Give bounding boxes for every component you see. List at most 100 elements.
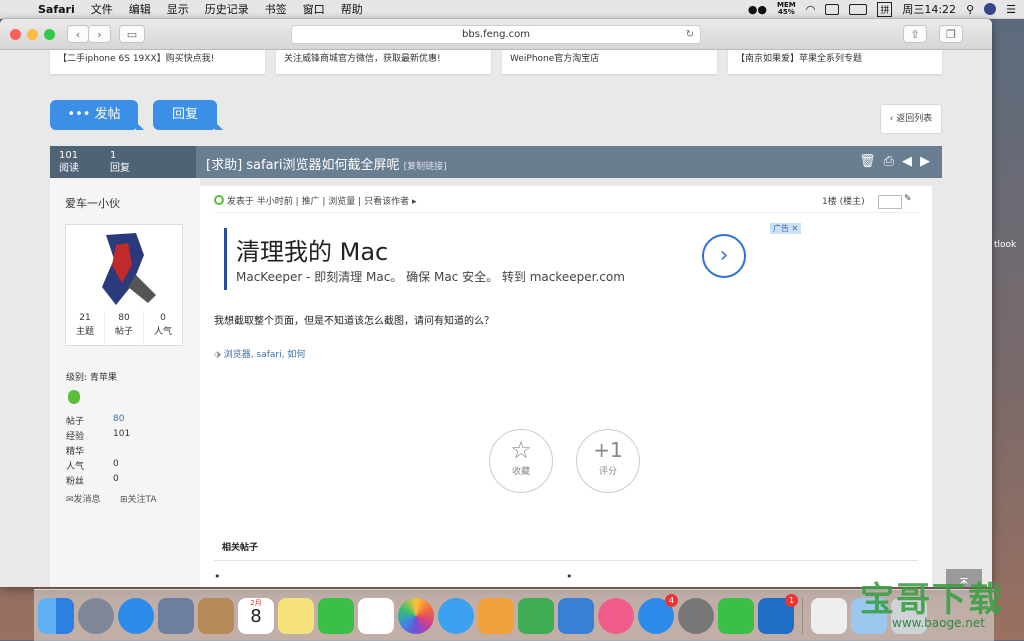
- itunes-icon[interactable]: [598, 597, 634, 634]
- online-status-icon: [214, 195, 224, 205]
- app-store-badge: 4: [665, 593, 678, 607]
- window-controls: [10, 28, 55, 40]
- print-icon[interactable]: ⎙: [884, 154, 894, 169]
- dock: 2月 8 4 1: [34, 589, 994, 641]
- spotlight-search-icon[interactable]: ⚲: [966, 3, 974, 16]
- menu-app-name[interactable]: Safari: [30, 3, 83, 16]
- menu-help[interactable]: 帮助: [333, 1, 371, 17]
- reads-count: 101: [59, 150, 79, 161]
- sidebar-toggle-button[interactable]: ▭: [119, 25, 145, 43]
- edit-icon[interactable]: ✎: [904, 194, 912, 204]
- favorite-button[interactable]: ☆ 收藏: [489, 429, 553, 493]
- menu-view[interactable]: 显示: [159, 1, 197, 17]
- author-card: 21 主题 80 帖子 0 人气: [65, 224, 183, 346]
- related-bullet: •: [214, 570, 221, 583]
- forward-nav-button[interactable]: ›: [89, 25, 111, 43]
- plus-box-icon: ⊞: [120, 495, 128, 505]
- close-window-button[interactable]: [10, 28, 21, 40]
- memory-indicator[interactable]: MEM 45%: [777, 2, 796, 16]
- triangle-right-icon: ▸: [411, 197, 417, 207]
- wifi-icon[interactable]: ◠: [806, 3, 816, 16]
- replies-label: 回复: [110, 163, 130, 174]
- thread-title: [求助] safari浏览器如何截全屏呢 [复制链接]: [206, 154, 447, 173]
- outlook-icon[interactable]: 1: [758, 593, 798, 634]
- detail-value[interactable]: 80: [113, 414, 124, 424]
- system-preferences-icon[interactable]: [678, 597, 714, 634]
- tag-icon: ⬗: [214, 350, 221, 360]
- share-button[interactable]: ⇧: [903, 25, 927, 43]
- menu-file[interactable]: 文件: [83, 1, 121, 17]
- avatar[interactable]: [66, 225, 182, 309]
- ad-arrow-icon[interactable]: ›: [702, 234, 746, 278]
- reminders-icon[interactable]: [358, 597, 394, 634]
- airplay-icon[interactable]: [825, 3, 840, 15]
- banner-link[interactable]: 【二手iphone 6S 19XX】购买快点我!: [50, 50, 265, 74]
- reply-label: 回复: [171, 107, 198, 122]
- minimize-window-button[interactable]: [27, 28, 38, 40]
- preview-thumbnail-icon[interactable]: [811, 597, 847, 634]
- promote-link[interactable]: 推广: [302, 197, 320, 207]
- numbers-icon[interactable]: [518, 597, 554, 634]
- menu-edit[interactable]: 编辑: [121, 1, 159, 17]
- ad-badge[interactable]: 广告 ✕: [770, 223, 802, 234]
- author-name[interactable]: 爱车一小伙: [65, 195, 120, 211]
- back-to-list-button[interactable]: ‹ 返回列表: [880, 104, 942, 134]
- calendar-icon[interactable]: 2月 8: [238, 597, 274, 634]
- wechat-icon[interactable]: [718, 597, 754, 634]
- views-link[interactable]: 浏览量: [328, 197, 355, 207]
- only-author-link[interactable]: 只看该作者: [364, 197, 409, 207]
- tabs-overview-button[interactable]: ❐: [939, 25, 963, 43]
- menu-window[interactable]: 窗口: [295, 1, 333, 17]
- address-bar[interactable]: bbs.feng.com ↻: [291, 25, 701, 44]
- thread-title-text: [求助] safari浏览器如何截全屏呢: [206, 158, 400, 173]
- author-stats: 21 主题 80 帖子 0 人气: [66, 311, 182, 345]
- photos-icon[interactable]: [398, 597, 434, 634]
- input-method-icon[interactable]: 拼: [877, 1, 893, 17]
- messages-icon[interactable]: [438, 597, 474, 634]
- notification-center-icon[interactable]: ☰: [1006, 3, 1016, 16]
- reply-button[interactable]: 回复: [153, 100, 223, 130]
- arrow-right-icon[interactable]: ▶: [920, 154, 930, 169]
- post-tags: ⬗ 浏览器, safari, 如何: [214, 347, 305, 360]
- mail-eagle-icon[interactable]: [158, 597, 194, 634]
- author-posts[interactable]: 80 帖子: [105, 311, 144, 345]
- tag-list[interactable]: 浏览器, safari, 如何: [224, 350, 306, 360]
- menu-history[interactable]: 历史记录: [197, 1, 257, 17]
- posts-count: 80: [118, 313, 130, 323]
- thread-tools: 🗑 ⎙ ◀ ▶: [859, 154, 930, 169]
- author-popularity[interactable]: 0 人气: [144, 311, 182, 345]
- trash-icon[interactable]: 🗑: [859, 154, 876, 169]
- finder-icon[interactable]: [38, 597, 74, 634]
- banner-link[interactable]: 关注威锋商城官方微信，获取最新优惠!: [276, 50, 491, 74]
- battery-icon[interactable]: [849, 3, 868, 15]
- author-topics[interactable]: 21 主题: [66, 311, 105, 345]
- ad-block[interactable]: 清理我的 Mac MacKeeper - 即刻清理 Mac。 确保 Mac 安全…: [224, 228, 804, 290]
- copy-link[interactable]: [复制链接]: [404, 162, 447, 172]
- banner-link[interactable]: 【南京如果爱】苹果全系列专题: [728, 50, 942, 74]
- notes-icon[interactable]: [278, 597, 314, 634]
- launchpad-icon[interactable]: [78, 597, 114, 634]
- outlook-badge: 1: [785, 593, 798, 607]
- send-message-link[interactable]: ✉发消息: [66, 492, 101, 505]
- follow-link[interactable]: ⊞关注TA: [120, 492, 157, 505]
- user-avatar-icon[interactable]: [984, 3, 997, 15]
- pages-icon[interactable]: [478, 597, 514, 634]
- new-post-button[interactable]: ••• 发帖: [50, 100, 144, 130]
- facetime-icon[interactable]: [318, 597, 354, 634]
- arrow-left-icon[interactable]: ◀: [902, 154, 912, 169]
- menubar-clock[interactable]: 周三14:22: [902, 1, 956, 17]
- font-size-box[interactable]: [878, 195, 902, 209]
- menu-bookmarks[interactable]: 书签: [257, 1, 295, 17]
- reload-icon[interactable]: ↻: [686, 26, 694, 43]
- banner-link[interactable]: WeiPhone官方淘宝店: [502, 50, 717, 74]
- contacts-icon[interactable]: [198, 597, 234, 634]
- wechat-status-icon[interactable]: ●●: [748, 3, 767, 16]
- safari-icon[interactable]: [118, 597, 154, 634]
- back-nav-button[interactable]: ‹: [67, 25, 89, 43]
- related-posts-title: 相关帖子: [222, 543, 259, 553]
- zoom-window-button[interactable]: [44, 28, 55, 40]
- keynote-icon[interactable]: [558, 597, 594, 634]
- app-store-icon[interactable]: 4: [638, 593, 678, 634]
- rate-button[interactable]: +1 评分: [576, 429, 640, 493]
- posted-time: 发表于 半小时前: [226, 197, 293, 207]
